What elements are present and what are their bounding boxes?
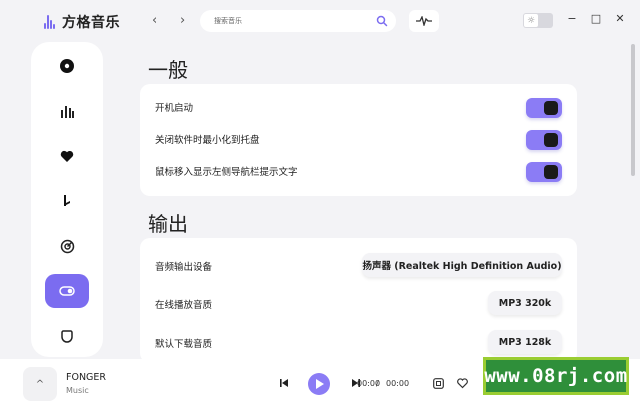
sun-icon: ☼ bbox=[524, 14, 538, 27]
target-icon bbox=[60, 239, 74, 253]
setting-label-autostart: 开机启动 bbox=[155, 103, 194, 114]
music-note-icon bbox=[64, 195, 70, 206]
watermark-badge: www.08rj.com bbox=[483, 357, 629, 395]
sidebar-item-music[interactable] bbox=[45, 184, 89, 218]
section-title-output: 输出 bbox=[148, 212, 188, 236]
toggle-minimize-to-tray[interactable] bbox=[526, 130, 562, 150]
sidebar-item-radar[interactable] bbox=[45, 229, 89, 263]
heart-icon bbox=[60, 150, 74, 162]
search-icon[interactable] bbox=[376, 15, 388, 27]
song-title: FONGER bbox=[66, 372, 107, 383]
sidebar-item-about[interactable] bbox=[45, 319, 89, 353]
search-input[interactable]: 搜索音乐 bbox=[200, 10, 396, 32]
lyrics-icon[interactable] bbox=[433, 378, 444, 389]
play-icon bbox=[315, 379, 324, 389]
toggle-autostart[interactable] bbox=[526, 98, 562, 118]
toggle-sidebar-hints[interactable] bbox=[526, 162, 562, 182]
minimize-button[interactable]: − bbox=[565, 12, 579, 25]
output-settings-card: 音频输出设备 扬声器 (Realtek High Definition Audi… bbox=[140, 238, 577, 363]
title-bar: 方格音乐 ‹ › 搜索音乐 ☼ − □ ✕ bbox=[0, 0, 640, 40]
time-separator: / bbox=[376, 379, 379, 388]
sidebar-item-discover[interactable] bbox=[45, 49, 89, 83]
forward-button[interactable]: › bbox=[180, 13, 185, 28]
setting-label-sidebar-hints: 鼠标移入显示左侧导航栏提示文字 bbox=[155, 167, 298, 178]
song-artist: Music bbox=[66, 386, 89, 395]
like-heart-icon[interactable] bbox=[457, 378, 468, 389]
sidebar-item-settings[interactable] bbox=[45, 274, 89, 308]
shield-icon bbox=[61, 330, 73, 343]
sidebar-item-charts[interactable] bbox=[45, 94, 89, 128]
sidebar bbox=[31, 42, 103, 357]
previous-track-icon[interactable] bbox=[279, 378, 289, 388]
maximize-button[interactable]: □ bbox=[589, 12, 603, 25]
back-button[interactable]: ‹ bbox=[152, 13, 157, 28]
scrollbar[interactable] bbox=[631, 44, 635, 176]
play-button[interactable] bbox=[308, 373, 330, 395]
expand-player-button[interactable]: ^ bbox=[23, 367, 57, 401]
waveform-icon bbox=[416, 16, 432, 26]
output-device-select[interactable]: 扬声器 (Realtek High Definition Audio) bbox=[362, 253, 562, 277]
total-time: 00:00 bbox=[386, 379, 410, 388]
online-quality-select[interactable]: MP3 320k bbox=[488, 291, 562, 315]
app-name: 方格音乐 bbox=[62, 15, 120, 31]
setting-label-minimize-to-tray: 关闭软件时最小化到托盘 bbox=[155, 135, 260, 146]
toggle-settings-icon bbox=[59, 286, 75, 296]
section-title-general: 一般 bbox=[148, 58, 188, 82]
setting-label-output-device: 音频输出设备 bbox=[155, 262, 213, 273]
close-button[interactable]: ✕ bbox=[613, 12, 627, 25]
setting-label-online-quality: 在线播放音质 bbox=[155, 300, 213, 311]
setting-label-download-quality: 默认下载音质 bbox=[155, 339, 213, 350]
sound-wave-button[interactable] bbox=[409, 10, 439, 32]
logo-icon bbox=[44, 15, 56, 29]
app-logo: 方格音乐 bbox=[44, 12, 120, 32]
general-settings-card: 开机启动 关闭软件时最小化到托盘 鼠标移入显示左侧导航栏提示文字 bbox=[140, 84, 577, 196]
watermark-text: www.08rj.com bbox=[484, 365, 628, 387]
sidebar-item-favorites[interactable] bbox=[45, 139, 89, 173]
chart-bars-icon bbox=[61, 106, 74, 118]
disc-icon bbox=[60, 59, 74, 73]
search-placeholder: 搜索音乐 bbox=[214, 17, 242, 25]
theme-toggle[interactable]: ☼ bbox=[523, 13, 553, 28]
download-quality-select[interactable]: MP3 128k bbox=[488, 330, 562, 354]
